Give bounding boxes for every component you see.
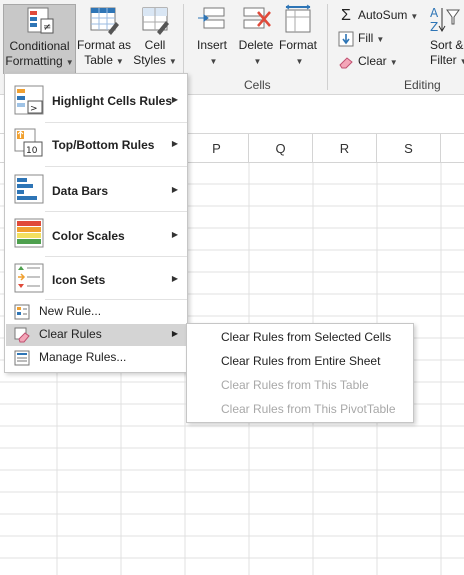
chevron-down-icon: ▼ — [459, 57, 464, 66]
menu-item-label: Manage Rules... — [39, 350, 127, 364]
menu-separator — [45, 122, 187, 123]
cell-styles-icon — [139, 4, 171, 36]
format-as-table-icon — [88, 4, 120, 36]
menu-item-icon-sets[interactable]: Icon Sets ▶ — [6, 258, 186, 298]
menu-item-label: Highlight Cells Rules — [52, 94, 173, 108]
new-rule-icon — [14, 304, 30, 320]
cell-styles-label-1: Cell — [144, 38, 166, 52]
cells-group-label: Cells — [244, 78, 271, 92]
chevron-down-icon: ▼ — [65, 58, 74, 67]
format-label: Format — [278, 38, 317, 52]
chevron-down-icon: ▼ — [209, 57, 218, 66]
fill-down-icon — [338, 31, 354, 47]
menu-item-top-bottom-rules[interactable]: 10 Top/Bottom Rules ▶ — [6, 124, 186, 164]
fill-button[interactable]: Fill ▼ — [338, 28, 384, 48]
menu-item-highlight-cells-rules[interactable]: > Highlight Cells Rules ▶ — [6, 80, 186, 120]
menu-separator — [45, 211, 187, 212]
format-as-table-button[interactable]: Format as Table ▼ — [77, 4, 131, 69]
svg-text:>: > — [30, 104, 38, 114]
insert-cells-icon — [196, 4, 228, 36]
chevron-down-icon: ▼ — [253, 57, 262, 66]
menu-item-label: Data Bars — [52, 184, 109, 198]
chevron-right-icon: ▶ — [171, 274, 178, 283]
eraser-icon — [338, 54, 354, 70]
sigma-icon: Σ — [341, 6, 351, 24]
delete-cells-icon — [240, 4, 272, 36]
autosum-button[interactable]: Σ AutoSum ▼ — [338, 5, 418, 25]
svg-text:A: A — [430, 6, 439, 20]
sort-filter-label-1: Sort & — [430, 38, 464, 52]
chevron-down-icon: ▼ — [295, 57, 304, 66]
color-scales-icon — [14, 218, 44, 248]
submenu-item-clear-entire-sheet[interactable]: Clear Rules from Entire Sheet — [221, 354, 380, 368]
chevron-right-icon: ▶ — [171, 139, 178, 148]
insert-label: Insert — [196, 38, 227, 52]
sort-filter-icon: A Z — [428, 4, 460, 36]
column-header-p[interactable]: P — [185, 134, 249, 162]
conditional-formatting-button[interactable]: ≠ Conditional Formatting ▼ — [3, 4, 76, 74]
sort-filter-label-2: Filter — [430, 53, 457, 67]
menu-item-manage-rules[interactable]: Manage Rules... — [6, 347, 186, 369]
menu-item-label: New Rule... — [39, 304, 102, 318]
svg-text:Z: Z — [430, 20, 438, 34]
column-header-q[interactable]: Q — [249, 134, 313, 162]
chevron-right-icon: ▶ — [171, 329, 178, 338]
editing-group-label: Editing — [404, 78, 441, 92]
svg-text:10: 10 — [26, 146, 38, 156]
menu-item-label: Top/Bottom Rules — [52, 138, 155, 152]
delete-button[interactable]: Delete ▼ — [236, 4, 276, 69]
manage-rules-icon — [14, 350, 30, 366]
menu-item-clear-rules[interactable]: Clear Rules ▶ — [6, 324, 186, 346]
format-as-table-label-2: Table — [84, 53, 113, 67]
highlight-cells-icon: > — [14, 85, 44, 115]
column-header-r[interactable]: R — [313, 134, 377, 162]
menu-item-data-bars[interactable]: Data Bars ▶ — [6, 168, 186, 210]
sort-filter-button[interactable]: A Z Sort & Filter ▼ — [424, 4, 464, 69]
chevron-down-icon: ▼ — [389, 58, 398, 67]
submenu-item-clear-this-pivottable: Clear Rules from This PivotTable — [221, 402, 396, 416]
format-button[interactable]: Format ▼ — [277, 4, 319, 69]
column-header-s[interactable]: S — [377, 134, 441, 162]
clear-rules-submenu: Clear Rules from Selected Cells Clear Ru… — [186, 323, 414, 423]
submenu-item-clear-selected-cells[interactable]: Clear Rules from Selected Cells — [221, 330, 391, 344]
submenu-item-clear-this-table: Clear Rules from This Table — [221, 378, 369, 392]
chevron-down-icon: ▼ — [410, 12, 419, 21]
group-separator — [327, 4, 328, 90]
conditional-formatting-icon: ≠ — [24, 5, 56, 37]
chevron-down-icon: ▼ — [168, 57, 177, 66]
chevron-right-icon: ▶ — [171, 230, 178, 239]
fill-label: Fill — [358, 31, 374, 45]
top-bottom-icon: 10 — [14, 128, 44, 158]
menu-separator — [45, 299, 187, 300]
chevron-down-icon: ▼ — [115, 57, 124, 66]
format-cells-icon — [282, 4, 314, 36]
menu-item-color-scales[interactable]: Color Scales ▶ — [6, 213, 186, 255]
menu-separator — [45, 256, 187, 257]
autosum-label: AutoSum — [358, 8, 408, 22]
chevron-right-icon: ▶ — [171, 185, 178, 194]
conditional-formatting-menu: > Highlight Cells Rules ▶ 10 Top/Bottom … — [4, 73, 188, 373]
clear-rules-icon — [14, 327, 30, 343]
clear-button[interactable]: Clear ▼ — [338, 51, 398, 71]
chevron-right-icon: ▶ — [171, 95, 178, 104]
menu-separator — [45, 166, 187, 167]
cell-styles-button[interactable]: Cell Styles ▼ — [133, 4, 177, 69]
insert-button[interactable]: Insert ▼ — [192, 4, 232, 69]
conditional-formatting-label-2: Formatting — [5, 54, 63, 68]
menu-item-new-rule[interactable]: New Rule... — [6, 301, 186, 323]
icon-sets-icon — [14, 263, 44, 293]
data-bars-icon — [14, 174, 44, 204]
menu-item-label: Clear Rules — [39, 327, 102, 341]
clear-label: Clear — [358, 54, 387, 68]
menu-item-label: Color Scales — [52, 229, 125, 243]
format-as-table-label-1: Format as — [77, 38, 132, 52]
conditional-formatting-label-1: Conditional — [9, 39, 70, 53]
chevron-down-icon: ▼ — [376, 35, 385, 44]
menu-item-label: Icon Sets — [52, 273, 106, 287]
delete-label: Delete — [238, 38, 274, 52]
cell-styles-label-2: Styles — [133, 53, 166, 67]
svg-text:≠: ≠ — [43, 22, 51, 33]
